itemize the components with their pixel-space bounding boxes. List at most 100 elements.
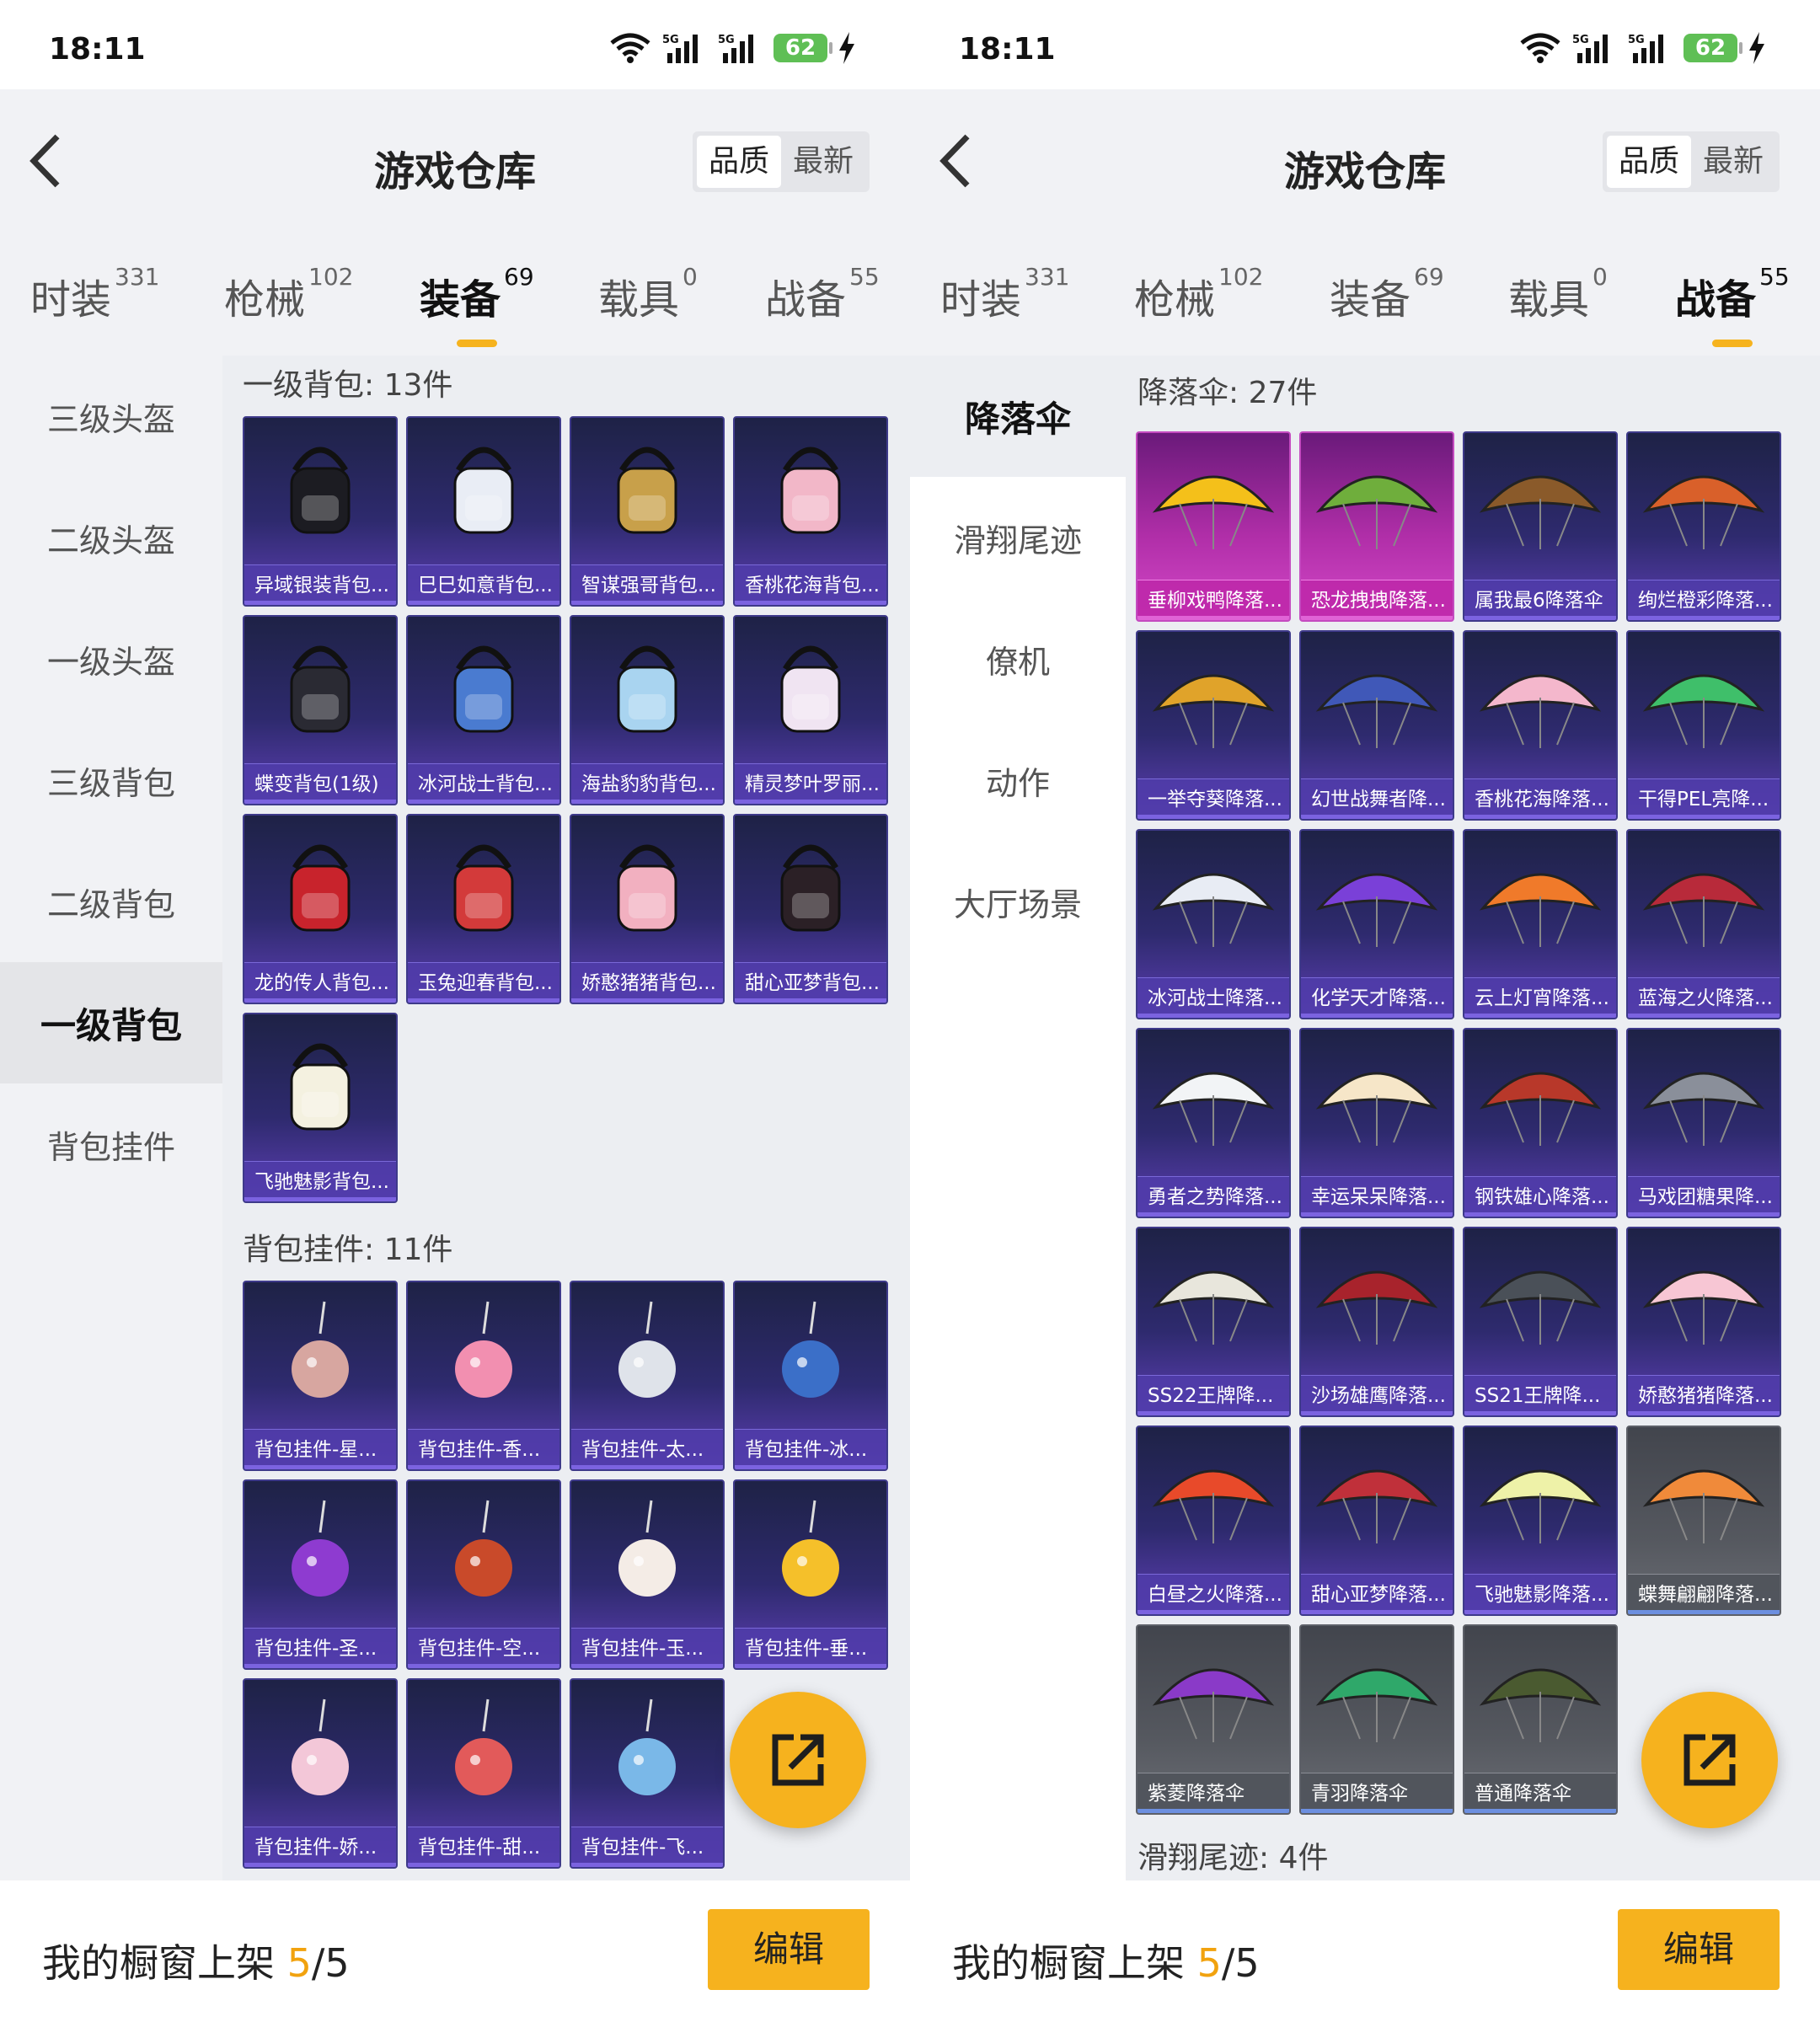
- item-rarity-bar: [1138, 815, 1289, 819]
- item-image: [571, 1282, 723, 1429]
- item-card[interactable]: 背包挂件-冰...: [733, 1281, 888, 1471]
- sort-newest-button[interactable]: 最新: [781, 136, 865, 188]
- item-card[interactable]: 一举夺葵降落...: [1136, 630, 1291, 821]
- item-card[interactable]: 背包挂件-娇...: [243, 1678, 398, 1869]
- item-card[interactable]: 背包挂件-飞...: [570, 1678, 725, 1869]
- tab-equipment[interactable]: 装备 69: [420, 263, 534, 347]
- sidebar-item-helmet-3[interactable]: 三级头盔: [0, 356, 222, 477]
- item-image: [1138, 1427, 1289, 1574]
- item-card[interactable]: 背包挂件-香...: [406, 1281, 561, 1471]
- edit-button[interactable]: 编辑: [1618, 1909, 1780, 1990]
- edit-button[interactable]: 编辑: [708, 1909, 870, 1990]
- sort-quality-button[interactable]: 品质: [697, 136, 781, 188]
- sidebar-item-backpack-2[interactable]: 二级背包: [0, 841, 222, 962]
- item-thumbnail-icon: [618, 1698, 676, 1795]
- item-card[interactable]: 异域银装背包...: [243, 416, 398, 607]
- item-rarity-bar: [1301, 1809, 1453, 1813]
- item-image: [244, 1014, 396, 1161]
- item-card[interactable]: 恐龙拽拽降落...: [1299, 431, 1454, 622]
- item-name: 背包挂件-飞...: [571, 1827, 723, 1867]
- item-card[interactable]: 青羽降落伞: [1299, 1624, 1454, 1815]
- sidebar-item-emote[interactable]: 动作: [910, 719, 1126, 841]
- item-card[interactable]: 化学天才降落...: [1299, 829, 1454, 1019]
- item-card[interactable]: 蝶变背包(1级): [243, 615, 398, 805]
- item-card[interactable]: 蝶舞翩翩降落...: [1626, 1426, 1781, 1616]
- item-card[interactable]: 普通降落伞: [1463, 1624, 1618, 1815]
- item-card[interactable]: 垂柳戏鸭降落...: [1136, 431, 1291, 622]
- item-card[interactable]: 精灵梦叶罗丽...: [733, 615, 888, 805]
- item-card[interactable]: 龙的传人背包...: [243, 814, 398, 1004]
- item-card[interactable]: 冰河战士降落...: [1136, 829, 1291, 1019]
- sidebar-item-parachute[interactable]: 降落伞: [910, 356, 1126, 477]
- item-card[interactable]: 海盐豹豹背包...: [570, 615, 725, 805]
- item-card[interactable]: 干得PEL亮降...: [1626, 630, 1781, 821]
- item-card[interactable]: 蓝海之火降落...: [1626, 829, 1781, 1019]
- sidebar-item-backpack-charm[interactable]: 背包挂件: [0, 1083, 222, 1205]
- status-time: 18:11: [959, 32, 1056, 67]
- tab-supplies[interactable]: 战备 55: [765, 263, 880, 325]
- item-card[interactable]: 紫菱降落伞: [1136, 1624, 1291, 1815]
- item-card[interactable]: 绚烂橙彩降落...: [1626, 431, 1781, 622]
- item-card[interactable]: 背包挂件-太...: [570, 1281, 725, 1471]
- share-button[interactable]: [1641, 1692, 1778, 1828]
- status-time: 18:11: [49, 32, 146, 67]
- tab-guns[interactable]: 枪械 102: [1134, 263, 1263, 325]
- item-card[interactable]: 幸运呆呆降落...: [1299, 1028, 1454, 1218]
- item-card[interactable]: 马戏团糖果降...: [1626, 1028, 1781, 1218]
- item-card[interactable]: 飞驰魅影降落...: [1463, 1426, 1618, 1616]
- tab-vehicles[interactable]: 载具 0: [598, 263, 698, 325]
- item-thumbnail-icon: [1642, 1469, 1765, 1543]
- sidebar-item-helmet-1[interactable]: 一级头盔: [0, 598, 222, 719]
- item-rarity-bar: [1628, 1014, 1780, 1018]
- item-thumbnail-icon: [292, 1500, 349, 1597]
- sidebar-item-lobby-scene[interactable]: 大厅场景: [910, 841, 1126, 962]
- sidebar-item-backpack-1[interactable]: 一级背包: [0, 962, 222, 1083]
- item-card[interactable]: 背包挂件-玉...: [570, 1479, 725, 1670]
- item-card[interactable]: 香桃花海降落...: [1463, 630, 1618, 821]
- item-image: [1464, 433, 1616, 580]
- item-card[interactable]: 甜心亚梦降落...: [1299, 1426, 1454, 1616]
- item-card[interactable]: 巳巳如意背包...: [406, 416, 561, 607]
- item-card[interactable]: 钢铁雄心降落...: [1463, 1028, 1618, 1218]
- item-card[interactable]: 云上灯宵降落...: [1463, 829, 1618, 1019]
- item-rarity-bar: [408, 1465, 559, 1469]
- tab-equipment[interactable]: 装备 69: [1330, 263, 1444, 325]
- item-card[interactable]: 飞驰魅影背包...: [243, 1013, 398, 1203]
- item-image: [244, 816, 396, 962]
- item-card[interactable]: 娇憨猪猪降落...: [1626, 1227, 1781, 1417]
- item-card[interactable]: 娇憨猪猪背包...: [570, 814, 725, 1004]
- item-card[interactable]: 勇者之势降落...: [1136, 1028, 1291, 1218]
- share-button[interactable]: [730, 1692, 866, 1828]
- item-card[interactable]: 甜心亚梦背包...: [733, 814, 888, 1004]
- item-card[interactable]: 智谋强哥背包...: [570, 416, 725, 607]
- item-card[interactable]: 幻世战舞者降...: [1299, 630, 1454, 821]
- sidebar-item-glide-trail[interactable]: 滑翔尾迹: [910, 477, 1126, 598]
- item-card[interactable]: 香桃花海背包...: [733, 416, 888, 607]
- item-card[interactable]: SS21王牌降...: [1463, 1227, 1618, 1417]
- item-card[interactable]: 背包挂件-圣...: [243, 1479, 398, 1670]
- sort-newest-button[interactable]: 最新: [1691, 136, 1775, 188]
- item-card[interactable]: 背包挂件-星...: [243, 1281, 398, 1471]
- sidebar-item-helmet-2[interactable]: 二级头盔: [0, 477, 222, 598]
- tab-fashion[interactable]: 时装 331: [940, 263, 1069, 325]
- sort-quality-button[interactable]: 品质: [1607, 136, 1691, 188]
- item-card[interactable]: 背包挂件-空...: [406, 1479, 561, 1670]
- tab-fashion[interactable]: 时装 331: [30, 263, 159, 325]
- item-card[interactable]: 背包挂件-甜...: [406, 1678, 561, 1869]
- sidebar-item-backpack-3[interactable]: 三级背包: [0, 719, 222, 841]
- item-card[interactable]: 属我最6降落伞: [1463, 431, 1618, 622]
- item-card[interactable]: 冰河战士背包...: [406, 615, 561, 805]
- item-image: [1628, 1427, 1780, 1574]
- item-name: 娇憨猪猪背包...: [571, 962, 723, 1003]
- tab-supplies[interactable]: 战备 55: [1675, 263, 1790, 347]
- item-card[interactable]: 沙场雄鹰降落...: [1299, 1227, 1454, 1417]
- tab-guns[interactable]: 枪械 102: [224, 263, 353, 325]
- tab-vehicles[interactable]: 载具 0: [1508, 263, 1608, 325]
- item-card[interactable]: 背包挂件-垂...: [733, 1479, 888, 1670]
- sidebar-item-wingman[interactable]: 僚机: [910, 598, 1126, 719]
- panel-equipment: 18:11 5G 5G 62 游戏仓库 品质 最新 时装 331 枪械 102 装备…: [0, 0, 910, 2022]
- item-name: 普通降落伞: [1464, 1773, 1616, 1813]
- item-card[interactable]: SS22王牌降...: [1136, 1227, 1291, 1417]
- item-card[interactable]: 白昼之火降落...: [1136, 1426, 1291, 1616]
- item-card[interactable]: 玉兔迎春背包...: [406, 814, 561, 1004]
